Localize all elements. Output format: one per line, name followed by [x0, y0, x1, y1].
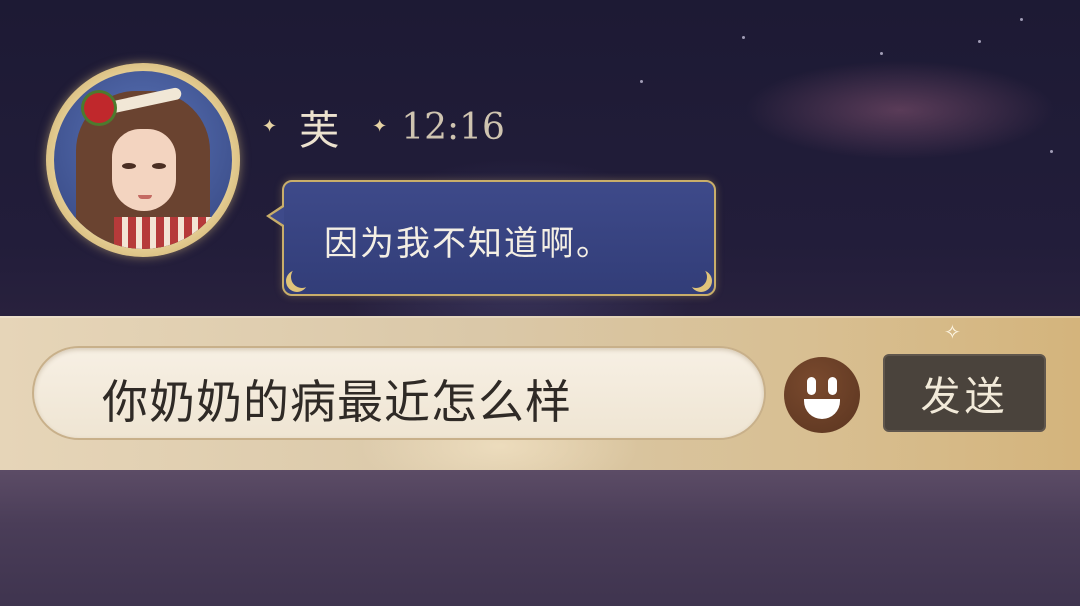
- message-time: 12:16: [401, 106, 505, 148]
- background-star: [978, 40, 981, 43]
- message-header: ✦ 芙 ✦ 12:16: [262, 100, 505, 155]
- background-star: [742, 36, 745, 39]
- avatar-mouth: [138, 195, 152, 199]
- sparkle-icon: ✦: [262, 116, 278, 137]
- background-blur: [0, 470, 1080, 606]
- avatar-collar: [114, 217, 232, 249]
- chat-input-value: 你奶奶的病最近怎么样: [102, 375, 572, 429]
- character-avatar[interactable]: [46, 63, 240, 257]
- emoji-button[interactable]: [784, 357, 860, 433]
- avatar-portrait: [54, 71, 232, 249]
- avatar-eye: [122, 163, 136, 169]
- sparkle-icon: ✧: [944, 320, 961, 344]
- background-star: [1050, 150, 1053, 153]
- smiley-face-icon: [804, 399, 840, 419]
- smiley-face-icon: [828, 377, 837, 395]
- bubble-tail-fill: [270, 207, 284, 225]
- message-text: 因为我不知道啊。: [324, 224, 612, 264]
- chat-input-bar: ✧ 你奶奶的病最近怎么样 发送: [0, 316, 1080, 470]
- avatar-eye: [152, 163, 166, 169]
- crescent-moon-icon: [286, 270, 308, 292]
- message-bubble: 因为我不知道啊。: [282, 180, 716, 296]
- smiley-face-icon: [807, 377, 816, 395]
- chat-input-field[interactable]: 你奶奶的病最近怎么样: [32, 346, 766, 440]
- crescent-moon-icon: [690, 270, 712, 292]
- send-button-label: 发送: [920, 374, 1009, 420]
- background-star: [640, 80, 643, 83]
- background-star: [1020, 18, 1023, 21]
- background-star: [880, 52, 883, 55]
- send-button[interactable]: 发送: [883, 354, 1046, 432]
- sender-name: 芙: [299, 108, 341, 154]
- sparkle-icon: ✦: [372, 116, 388, 137]
- rose-hair-ornament: [84, 93, 114, 123]
